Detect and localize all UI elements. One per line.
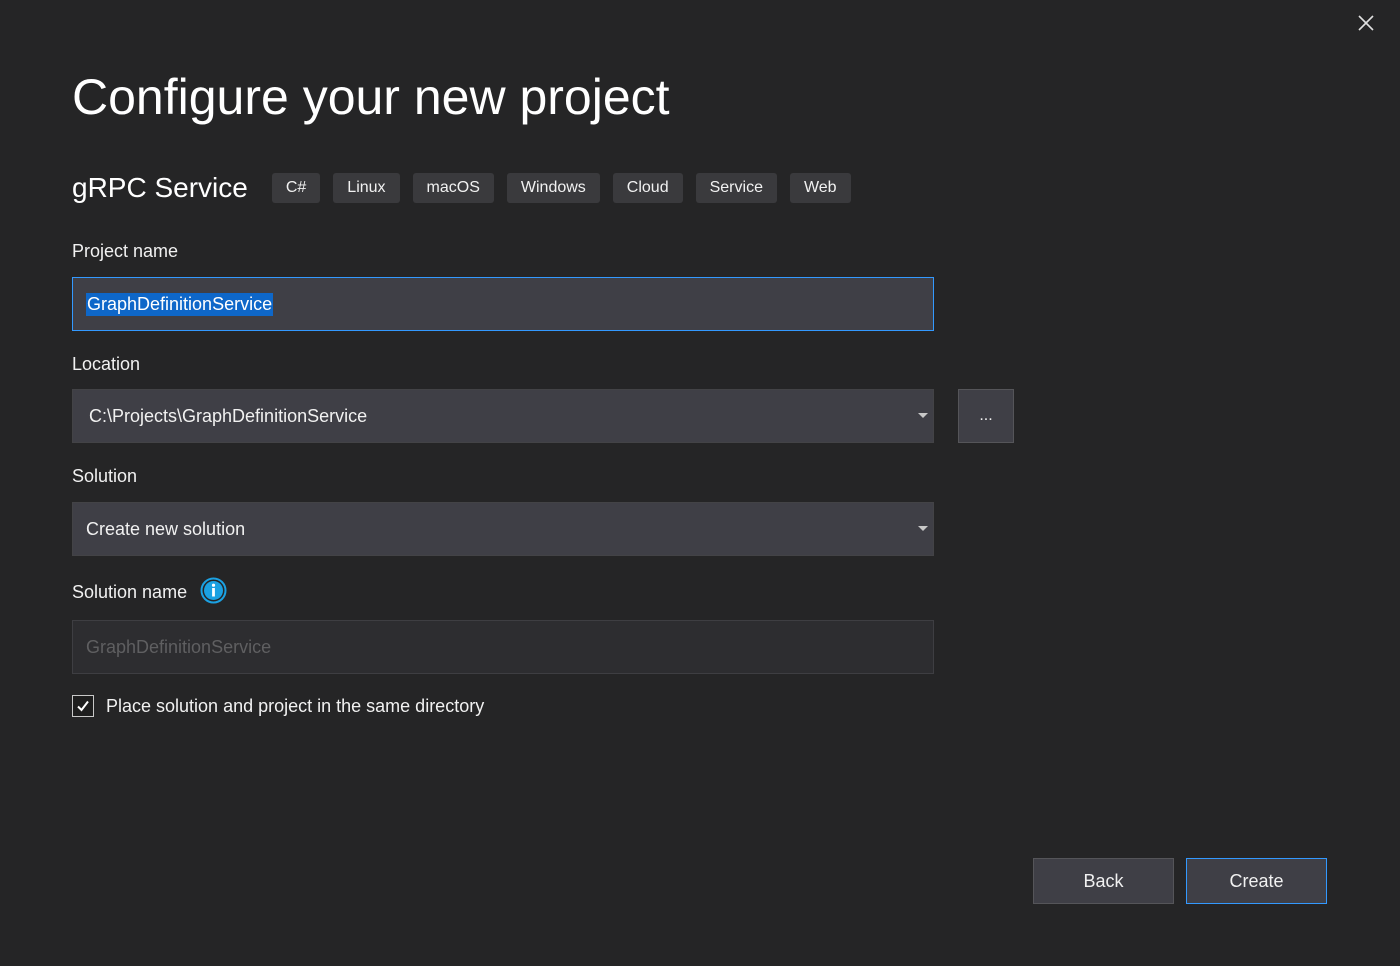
- location-value: C:\Projects\GraphDefinitionService: [89, 405, 368, 426]
- solution-value: Create new solution: [86, 518, 246, 539]
- checkmark-icon: [77, 700, 89, 712]
- info-icon[interactable]: [200, 577, 227, 604]
- solution-name-input[interactable]: GraphDefinitionService: [72, 620, 934, 674]
- same-directory-checkbox[interactable]: [72, 695, 94, 717]
- location-combobox[interactable]: C:\Projects\GraphDefinitionService: [72, 389, 934, 443]
- template-name: gRPC Service: [72, 172, 248, 203]
- back-button[interactable]: Back: [1033, 858, 1174, 904]
- chevron-down-icon: [918, 526, 928, 531]
- location-label: Location: [72, 354, 141, 374]
- tag-csharp: C#: [271, 173, 321, 203]
- project-name-input[interactable]: GraphDefinitionService: [72, 277, 934, 331]
- tag-windows: Windows: [506, 173, 600, 203]
- solution-dropdown[interactable]: Create new solution: [72, 502, 934, 556]
- tag-linux: Linux: [333, 173, 400, 203]
- solution-name-value: GraphDefinitionService: [86, 636, 272, 657]
- same-directory-option[interactable]: Place solution and project in the same d…: [72, 692, 484, 720]
- solution-label: Solution: [72, 466, 138, 486]
- project-name-label: Project name: [72, 241, 179, 261]
- chevron-down-icon: [918, 413, 928, 418]
- same-directory-label: Place solution and project in the same d…: [106, 695, 485, 716]
- tag-web: Web: [789, 173, 851, 203]
- tag-service: Service: [695, 173, 777, 203]
- tag-cloud: Cloud: [612, 173, 683, 203]
- template-header: gRPC Service C# Linux macOS Windows Clou…: [72, 168, 864, 208]
- close-button[interactable]: [1352, 9, 1380, 37]
- solution-name-label: Solution name: [72, 582, 188, 602]
- tag-macos: macOS: [412, 173, 494, 203]
- close-icon: [1358, 15, 1374, 31]
- project-name-value: GraphDefinitionService: [86, 292, 274, 316]
- browse-button[interactable]: ...: [958, 389, 1014, 443]
- create-button[interactable]: Create: [1186, 858, 1327, 904]
- page-title: Configure your new project: [72, 69, 670, 125]
